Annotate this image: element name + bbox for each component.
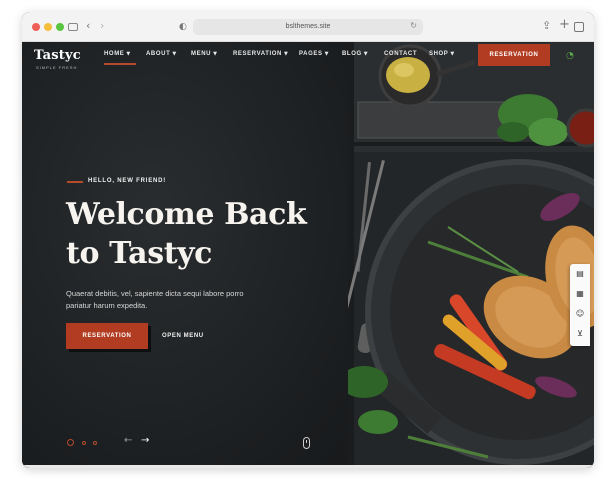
maximize-window-button[interactable]: [56, 23, 64, 31]
cart-icon[interactable]: ◔: [566, 51, 574, 61]
chevron-down-icon: ▼: [172, 51, 177, 57]
reload-icon[interactable]: ↻: [410, 21, 417, 30]
back-icon[interactable]: ‹: [86, 19, 90, 33]
nav-reservation-label: RESERVATION: [233, 51, 282, 57]
scroll-mouse-icon[interactable]: [303, 437, 310, 449]
chevron-down-icon: ▼: [283, 51, 289, 57]
hero-eyebrow: HELLO, NEW FRIEND!: [88, 178, 167, 184]
nav-pages-label: PAGES: [299, 51, 323, 57]
document-icon[interactable]: ▤: [570, 264, 590, 284]
spice-bowl: [566, 108, 594, 148]
nav-reservation-button[interactable]: RESERVATION: [478, 44, 550, 66]
sidebar-icon[interactable]: [68, 23, 78, 31]
tabs-icon[interactable]: [574, 22, 584, 32]
nav-blog-label: BLOG: [342, 51, 362, 57]
logo-text: Tastyc: [34, 48, 81, 63]
nav-about[interactable]: ABOUT ▼: [146, 51, 177, 57]
nav-shop[interactable]: SHOP ▼: [429, 51, 455, 57]
address-bar[interactable]: bslthemes.site ↻: [193, 19, 423, 35]
arrow-right-icon[interactable]: →: [141, 435, 149, 446]
slide-dot-3[interactable]: [93, 441, 97, 445]
plus-icon[interactable]: +: [559, 18, 570, 32]
page-bottom-edge: [22, 465, 594, 468]
side-toolbar: ▤ ▦ ☺ ⊻: [570, 264, 590, 346]
forward-icon[interactable]: ›: [100, 19, 104, 33]
nav-contact-label: CONTACT: [384, 51, 418, 57]
nav-shop-label: SHOP: [429, 51, 449, 57]
support-icon[interactable]: ☺: [570, 304, 590, 324]
chevron-down-icon: ▼: [126, 51, 131, 57]
nav-blog[interactable]: BLOG ▼: [342, 51, 368, 57]
eyebrow-divider: [67, 181, 83, 183]
nav-reservation[interactable]: RESERVATION ▼: [233, 51, 288, 57]
minimize-window-button[interactable]: [44, 23, 52, 31]
chevron-down-icon: ▼: [213, 51, 218, 57]
nav-pages[interactable]: PAGES ▼: [299, 51, 329, 57]
nav-home-label: HOME: [104, 51, 125, 57]
food-photo: [348, 42, 594, 468]
hero-section: Tastyc SIMPLE FRESH HOME ▼ ABOUT ▼ MENU ▼ R…: [22, 42, 594, 468]
hero-title: Welcome Back to Tastyc: [66, 197, 307, 271]
code-icon[interactable]: ▦: [570, 284, 590, 304]
chevron-down-icon: ▼: [324, 51, 330, 57]
browser-window: ‹ › ◐ bslthemes.site ↻ ⇪ + Tastyc SIMPLE…: [22, 12, 594, 468]
slide-dot-1[interactable]: [67, 439, 74, 446]
nav-contact[interactable]: CONTACT: [384, 51, 417, 57]
chevron-down-icon: ▼: [363, 51, 369, 57]
site-logo[interactable]: Tastyc SIMPLE FRESH: [34, 46, 81, 70]
shield-icon[interactable]: ◐: [179, 20, 187, 34]
browser-toolbar: ‹ › ◐ bslthemes.site ↻ ⇪ +: [22, 12, 594, 42]
open-menu-button[interactable]: OPEN MENU: [162, 323, 204, 349]
url-text: bslthemes.site: [285, 23, 331, 30]
logo-tagline: SIMPLE FRESH: [36, 65, 78, 70]
close-window-button[interactable]: [32, 23, 40, 31]
nav-about-label: ABOUT: [146, 51, 171, 57]
slide-dot-2[interactable]: [82, 441, 86, 445]
reservation-button[interactable]: RESERVATION: [66, 323, 148, 349]
cart-icon[interactable]: ⊻: [570, 324, 590, 344]
nav-home[interactable]: HOME ▼: [104, 51, 136, 65]
chevron-down-icon: ▼: [450, 51, 455, 57]
hero-description: Quaerat debitis, vel, sapiente dicta seq…: [66, 289, 244, 310]
arrow-left-icon[interactable]: ←: [124, 435, 132, 446]
main-navigation: Tastyc SIMPLE FRESH HOME ▼ ABOUT ▼ MENU ▼ R…: [22, 42, 594, 72]
nav-menu[interactable]: MENU ▼: [191, 51, 218, 57]
share-icon[interactable]: ⇪: [542, 19, 551, 33]
nav-menu-label: MENU: [191, 51, 212, 57]
